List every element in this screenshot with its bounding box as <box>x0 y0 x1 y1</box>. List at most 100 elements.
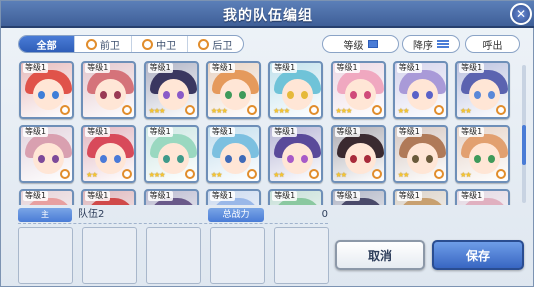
role-badge-icon <box>60 169 70 179</box>
character-card[interactable]: 等级1 <box>19 125 74 183</box>
character-card[interactable]: 等级1 <box>455 189 511 205</box>
team-editor-window: 我的队伍编组 ✕ 全部 前卫 中卫 后卫 等级 降序 呼出 等级1 等级1 等级1 ★… <box>0 0 534 287</box>
sort-level-button[interactable]: 等级 <box>322 35 399 53</box>
star-rating: ★★ <box>397 107 410 115</box>
character-level: 等级1 <box>85 63 111 73</box>
tab-front[interactable]: 前卫 <box>75 36 132 52</box>
star-rating: ★★ <box>210 171 223 179</box>
show-button[interactable]: 呼出 <box>465 35 520 53</box>
character-card[interactable]: 等级1 <box>268 189 324 205</box>
sort-level-label: 等级 <box>343 40 364 52</box>
character-card[interactable]: 等级1 ★★ <box>455 61 511 119</box>
role-badge-icon <box>246 105 257 115</box>
role-filter-tabs: 全部 前卫 中卫 后卫 <box>18 35 244 53</box>
character-eye <box>411 155 419 163</box>
star-rating: ★★★ <box>148 171 166 179</box>
role-badge-icon <box>184 105 195 115</box>
role-badge-icon <box>122 105 133 115</box>
character-card[interactable]: 等级1 ★★ <box>455 125 511 183</box>
character-card[interactable]: 等级1 ★★ <box>205 125 261 183</box>
character-eye <box>425 155 433 163</box>
character-level: 等级1 <box>459 191 485 201</box>
character-level: 等级1 <box>23 191 49 201</box>
character-card[interactable]: 等级1 ★★★ <box>143 61 199 119</box>
character-card[interactable]: 等级1 <box>81 61 137 119</box>
character-eye <box>363 155 371 163</box>
role-badge-icon <box>309 169 320 179</box>
character-level: 等级1 <box>147 63 173 73</box>
character-eye <box>349 91 357 99</box>
character-card[interactable]: 等级1 ★★★ <box>330 61 386 119</box>
team-slot-4[interactable] <box>210 227 265 284</box>
character-level: 等级1 <box>23 127 49 137</box>
team-slot-2[interactable] <box>82 227 137 284</box>
character-card[interactable]: 等级1 <box>19 189 74 205</box>
role-badge-icon <box>496 105 507 115</box>
character-card[interactable]: 等级1 ★★ <box>81 125 137 183</box>
star-rating: ★★ <box>335 171 348 179</box>
character-level: 等级1 <box>85 191 111 201</box>
team-divider <box>18 223 328 224</box>
window-title: 我的队伍编组 <box>223 8 313 24</box>
character-eye <box>238 91 246 99</box>
star-rating: ★★★ <box>210 107 228 115</box>
sort-order-icon <box>437 40 449 48</box>
character-eye <box>363 91 371 99</box>
character-level: 等级1 <box>396 127 422 137</box>
character-level: 等级1 <box>272 127 298 137</box>
role-badge-icon <box>60 105 70 115</box>
character-card[interactable]: 等级1 ★★★ <box>268 61 324 119</box>
character-level: 等级1 <box>209 191 235 201</box>
character-card[interactable]: 等级1 ★★★ <box>143 125 199 183</box>
character-card[interactable]: 等级1 <box>19 61 74 119</box>
character-level: 等级1 <box>334 127 360 137</box>
character-eye <box>38 91 45 99</box>
roster-scroll-thumb[interactable] <box>522 125 526 165</box>
character-card[interactable]: 等级1 <box>330 189 386 205</box>
tab-front-label: 前卫 <box>99 40 120 52</box>
tab-back[interactable]: 后卫 <box>188 36 243 52</box>
character-card[interactable]: 等级1 <box>143 189 199 205</box>
roster-scrollbar[interactable] <box>522 65 526 203</box>
character-level: 等级1 <box>147 191 173 201</box>
character-card[interactable]: 等级1 <box>392 189 448 205</box>
character-eye <box>52 91 59 99</box>
character-card[interactable]: 等级1 ★★ <box>268 125 324 183</box>
character-card[interactable]: 等级1 ★★ <box>392 61 448 119</box>
character-eye <box>425 91 433 99</box>
character-card[interactable]: 等级1 <box>81 189 137 205</box>
character-eye <box>224 155 232 163</box>
character-card[interactable]: 等级1 ★★ <box>392 125 448 183</box>
character-level: 等级1 <box>334 63 360 73</box>
star-rating: ★★ <box>86 171 98 179</box>
tab-middle-label: 中卫 <box>156 40 177 52</box>
total-power-value: 0 <box>321 209 328 220</box>
character-eye <box>38 155 45 163</box>
character-level: 等级1 <box>85 127 111 137</box>
tab-all[interactable]: 全部 <box>19 36 76 52</box>
character-card[interactable]: 等级1 ★★★ <box>205 61 261 119</box>
tab-back-label: 后卫 <box>212 40 233 52</box>
character-roster[interactable]: 等级1 等级1 等级1 ★★★ 等级1 ★★★ 等级1 ★★★ 等级1 ★★★ 等级1 ★★ 等级1 ★★… <box>18 59 518 205</box>
team-slot-5[interactable] <box>274 227 329 284</box>
close-button[interactable]: ✕ <box>510 3 532 25</box>
character-level: 等级1 <box>334 191 360 201</box>
role-badge-icon <box>122 169 133 179</box>
sort-criteria-icon <box>367 40 378 48</box>
character-level: 等级1 <box>209 63 235 73</box>
middle-role-icon <box>142 38 154 50</box>
star-rating: ★★★ <box>335 107 353 115</box>
team-slot-1[interactable] <box>18 227 73 284</box>
tab-middle[interactable]: 中卫 <box>132 36 188 52</box>
team-slot-3[interactable] <box>146 227 201 284</box>
cancel-button[interactable]: 取消 <box>335 240 425 270</box>
character-card[interactable]: 等级1 ★★ <box>330 125 386 183</box>
star-rating: ★★ <box>273 171 285 179</box>
role-badge-icon <box>371 105 382 115</box>
character-card[interactable]: 等级1 <box>205 189 261 205</box>
sort-order-button[interactable]: 降序 <box>402 35 460 53</box>
character-eye <box>176 91 184 99</box>
character-level: 等级1 <box>272 191 298 201</box>
title-bar: 我的队伍编组 ✕ <box>1 1 534 28</box>
save-button[interactable]: 保存 <box>432 240 524 270</box>
